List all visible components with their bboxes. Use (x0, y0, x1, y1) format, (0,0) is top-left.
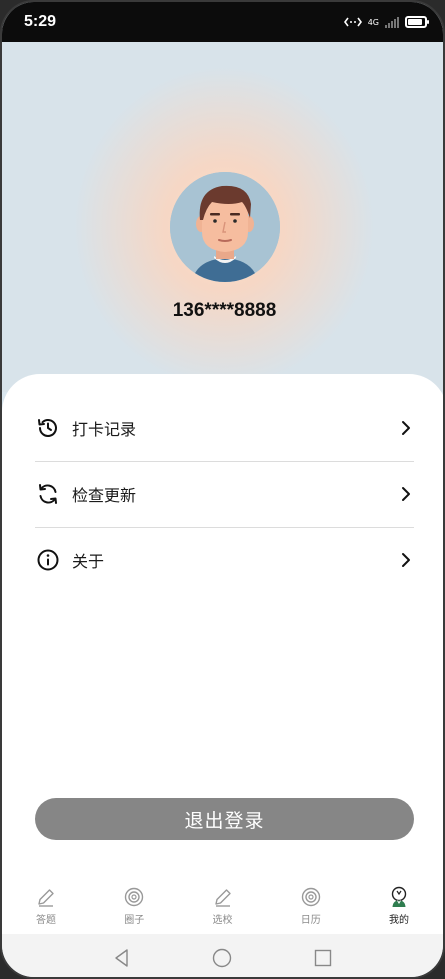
chevron-right-icon (402, 421, 410, 435)
circle-target-icon (125, 887, 144, 907)
status-time: 5:29 (24, 13, 57, 30)
info-icon (35, 547, 61, 573)
status-bar: 5:29 4G (2, 2, 443, 42)
pencil-icon (38, 889, 54, 907)
refresh-icon (35, 481, 61, 507)
menu-item-checkin-history[interactable]: 打卡记录 (35, 395, 414, 461)
tab-answer[interactable]: 答题 (21, 880, 71, 934)
data-transfer-icon (343, 17, 362, 27)
tab-label: 我的 (389, 915, 409, 926)
recents-icon[interactable] (312, 947, 334, 969)
pencil-icon (214, 889, 231, 907)
menu-item-label: 关于 (72, 552, 105, 571)
circle-target-icon (301, 887, 320, 907)
tab-label: 选校 (212, 915, 233, 926)
tab-calendar[interactable]: 日历 (286, 880, 336, 934)
bottom-tab-bar: 答题 圈子 选校 日历 我的 (2, 880, 443, 934)
back-icon[interactable] (111, 947, 133, 969)
tab-school[interactable]: 选校 (198, 880, 248, 934)
tab-mine[interactable]: 我的 (374, 880, 424, 934)
menu-item-label: 打卡记录 (72, 420, 137, 439)
phone-screen: 5:29 4G 136****8888 打卡记录 检查更新 关于 退出登录 答题… (0, 0, 445, 979)
menu-item-label: 检查更新 (72, 486, 137, 505)
menu-item-about[interactable]: 关于 (35, 527, 414, 593)
battery-icon (405, 16, 429, 28)
tab-label: 答题 (36, 915, 56, 926)
chevron-right-icon (402, 487, 410, 501)
signal-icon (385, 16, 399, 28)
menu-item-check-update[interactable]: 检查更新 (35, 461, 414, 527)
user-avatar-icon (391, 886, 407, 907)
tab-circle[interactable]: 圈子 (109, 880, 159, 934)
network-label: 4G (367, 17, 379, 27)
status-icons: 4G (343, 16, 429, 28)
avatar[interactable] (170, 172, 280, 282)
user-phone-number: 136****8888 (172, 300, 277, 321)
system-nav-bar (2, 934, 443, 977)
user-face-icon (170, 172, 280, 282)
history-icon (35, 415, 61, 441)
tab-label: 日历 (300, 915, 321, 926)
logout-button[interactable]: 退出登录 (35, 798, 414, 840)
tab-label: 圈子 (124, 915, 145, 926)
chevron-right-icon (402, 553, 410, 567)
home-icon[interactable] (211, 947, 233, 969)
